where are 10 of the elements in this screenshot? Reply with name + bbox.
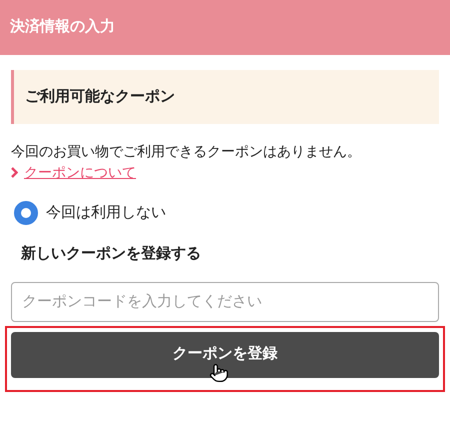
- hand-cursor-icon: [209, 362, 229, 384]
- radio-label: 今回は利用しない: [46, 202, 166, 223]
- no-coupon-message: 今回のお買い物でご利用できるクーポンはありません。: [11, 142, 362, 161]
- register-title: 新しいクーポンを登録する: [20, 244, 202, 264]
- section-title: ご利用可能なクーポン: [25, 86, 175, 107]
- chevron-icon: [11, 167, 18, 178]
- coupon-code-field[interactable]: クーポンコードを入力してください: [11, 282, 439, 322]
- header-title: 決済情報の入力: [10, 17, 115, 38]
- radio-button[interactable]: [14, 201, 38, 225]
- coupon-info-link[interactable]: クーポンについて: [24, 162, 136, 183]
